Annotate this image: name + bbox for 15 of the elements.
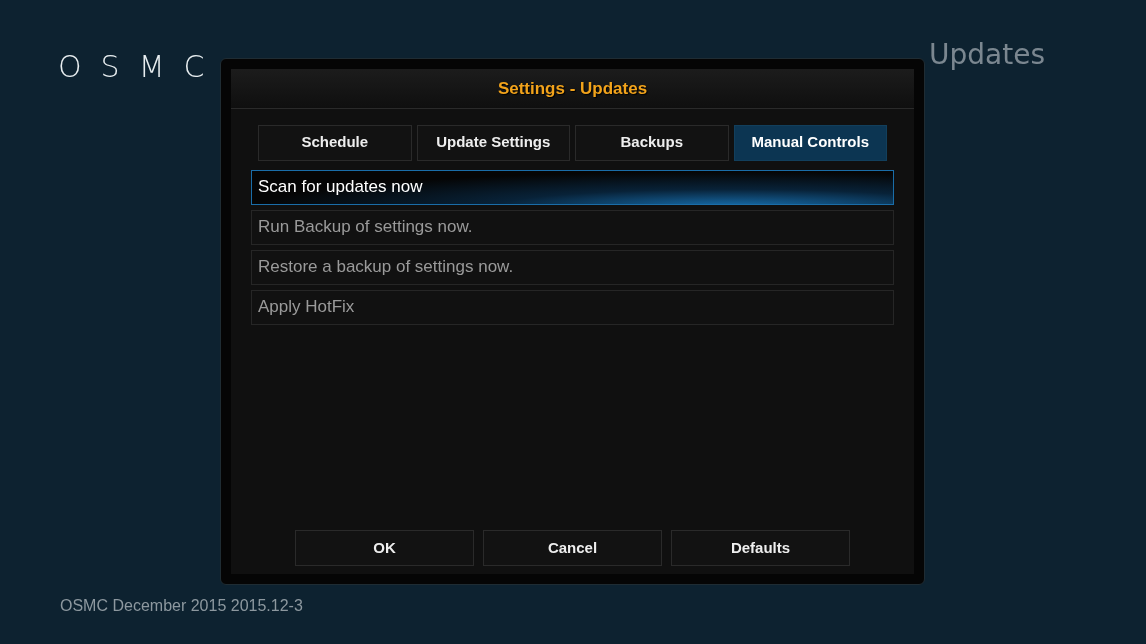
menu-item[interactable]: Scan for updates now [251, 169, 894, 205]
tab[interactable]: Schedule [258, 124, 412, 161]
defaults-button[interactable]: Defaults [671, 530, 850, 566]
tab[interactable]: Backups [575, 124, 729, 161]
menu-item[interactable]: Restore a backup of settings now. [251, 249, 894, 285]
tab[interactable]: Manual Controls [733, 124, 887, 161]
page-heading: Updates [929, 38, 1045, 72]
menu-item[interactable]: Apply HotFix [251, 289, 894, 325]
tab[interactable]: Update Settings [416, 124, 570, 161]
version-text: OSMC December 2015 2015.12-3 [60, 596, 303, 616]
cancel-button[interactable]: Cancel [483, 530, 662, 566]
dialog-title: Settings - Updates [231, 69, 914, 109]
menu-item[interactable]: Run Backup of settings now. [251, 209, 894, 245]
ok-button[interactable]: OK [295, 530, 474, 566]
logo-text: OSMC [58, 52, 224, 82]
